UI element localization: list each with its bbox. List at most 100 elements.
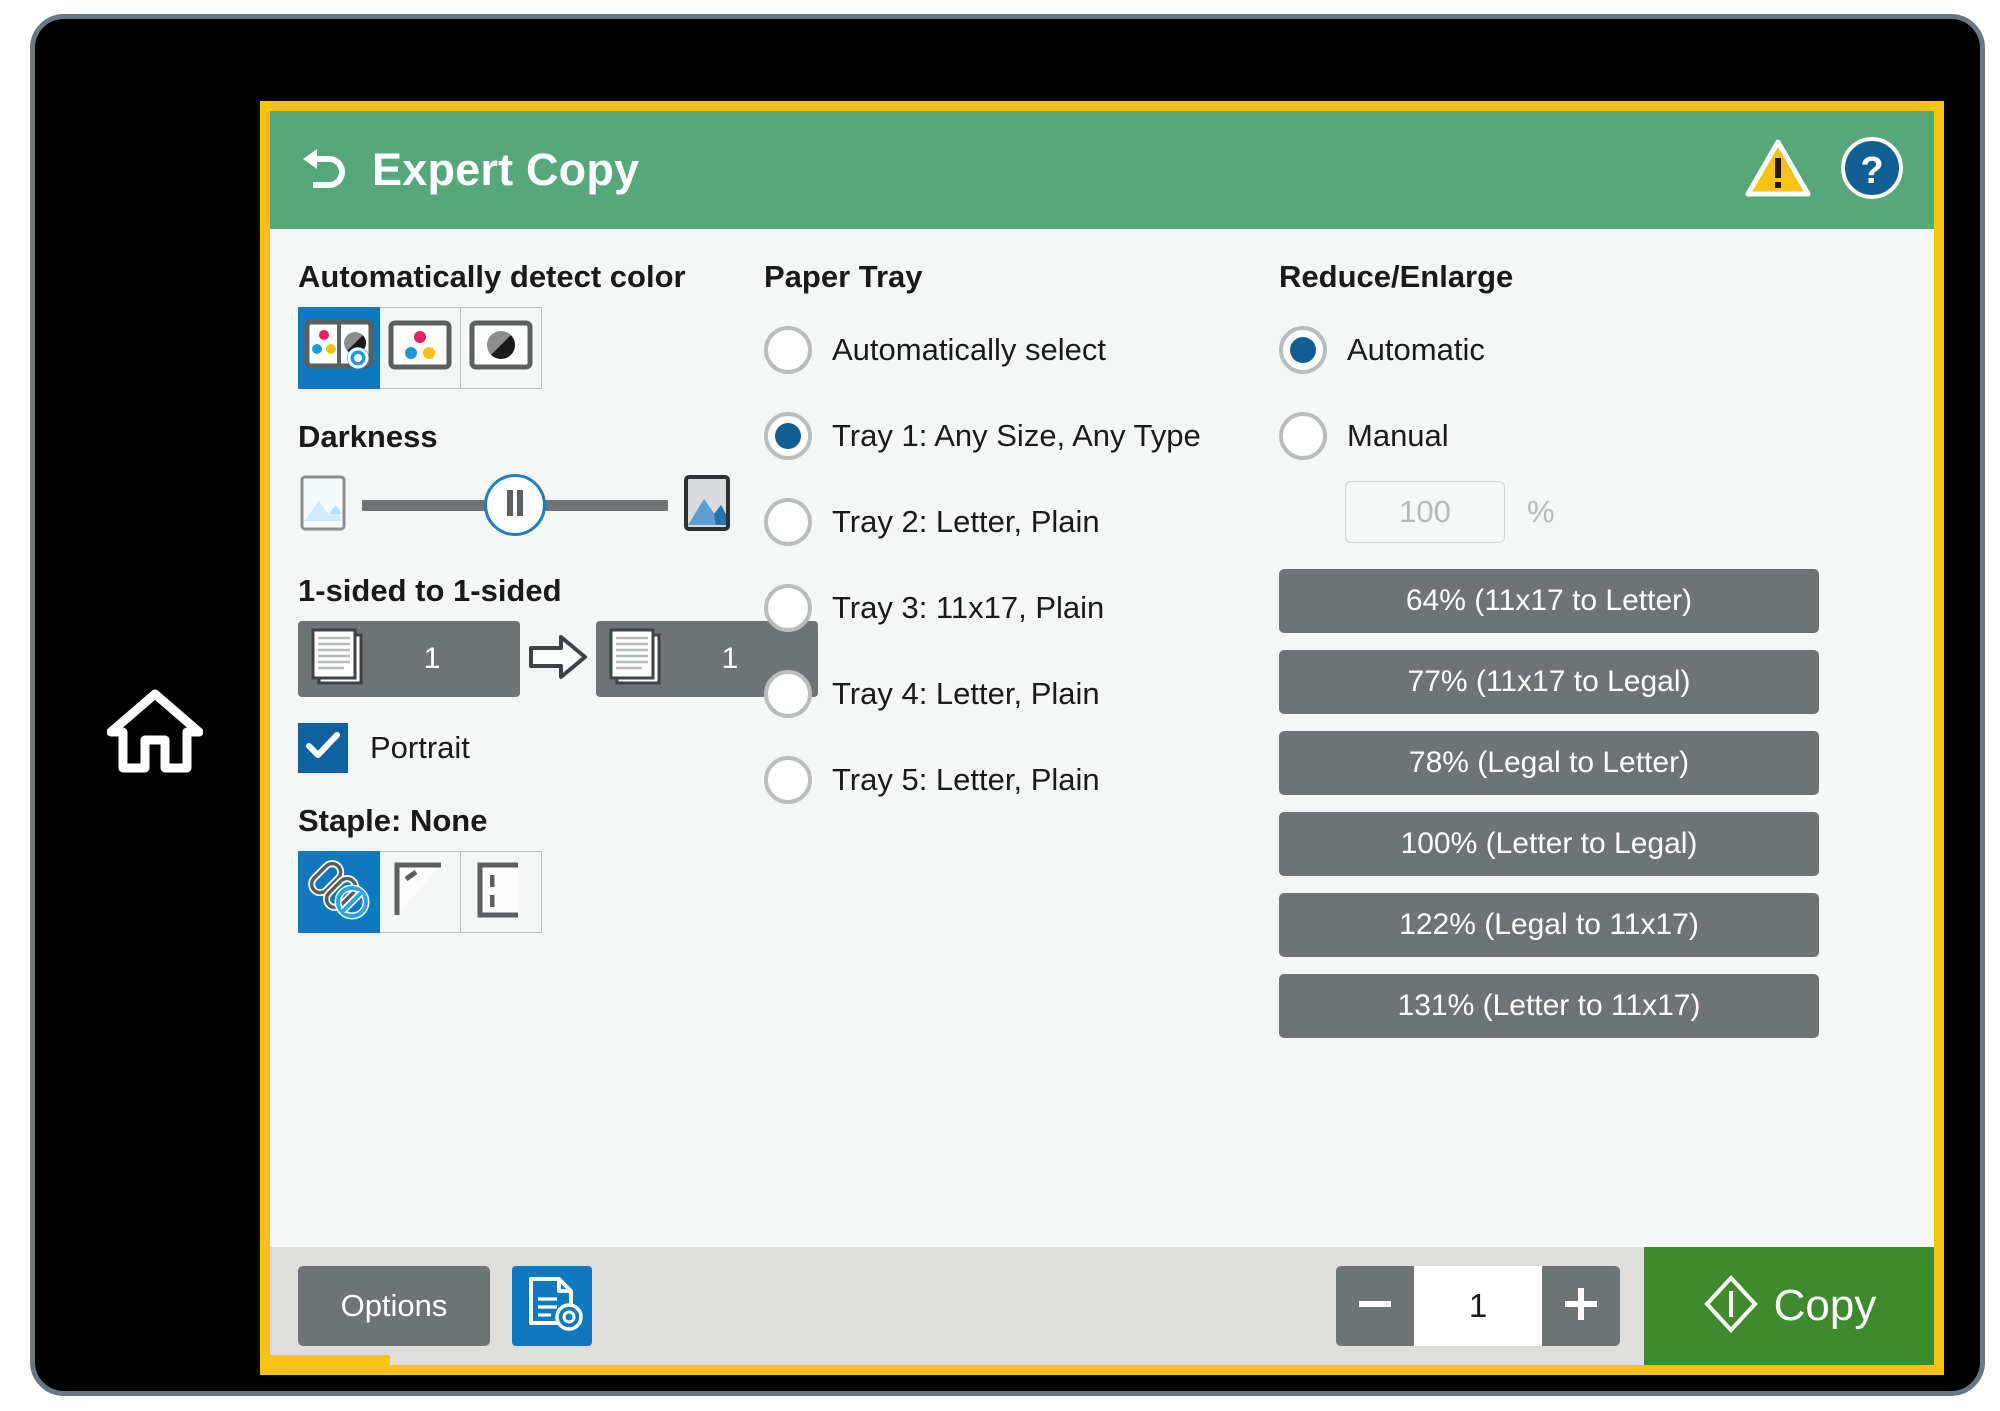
radio-icon — [764, 498, 812, 546]
bottom-bar: Options 1 Copy — [270, 1247, 1934, 1365]
copies-value[interactable]: 1 — [1414, 1266, 1542, 1346]
paper-tray-option-tray5[interactable]: Tray 5: Letter, Plain — [764, 737, 1247, 823]
portrait-checkbox[interactable] — [298, 723, 348, 773]
radio-label: Manual — [1347, 418, 1449, 453]
reduce-enlarge-mode-list: Automatic Manual — [1279, 307, 1807, 479]
document-settings-button[interactable] — [512, 1266, 592, 1346]
color-mode-group — [298, 307, 732, 389]
original-sides-button[interactable]: 1 — [298, 621, 520, 697]
paper-tray-option-tray2[interactable]: Tray 2: Letter, Plain — [764, 479, 1247, 565]
reduce-enlarge-column: Reduce/Enlarge Automatic Manual 100 % 64… — [1263, 259, 1823, 1247]
warning-triangle-icon — [1745, 138, 1811, 203]
radio-label: Automatically select — [832, 332, 1106, 367]
paper-tray-column: Paper Tray Automatically select Tray 1: … — [748, 259, 1263, 1247]
checkmark-icon — [305, 731, 341, 766]
arrow-right-icon — [527, 631, 589, 688]
paper-tray-title: Paper Tray — [764, 259, 923, 294]
color-icon — [387, 319, 453, 378]
staple-edge-button[interactable] — [460, 851, 542, 933]
paper-tray-option-tray3[interactable]: Tray 3: 11x17, Plain — [764, 565, 1247, 651]
device-bezel: Expert Copy ? Automatically detect color… — [30, 14, 1985, 1396]
radio-label: Tray 1: Any Size, Any Type — [832, 418, 1201, 453]
preset-78[interactable]: 78% (Legal to Letter) — [1279, 731, 1819, 795]
home-button[interactable] — [75, 659, 235, 809]
plus-icon — [1557, 1280, 1605, 1333]
paper-tray-option-tray1[interactable]: Tray 1: Any Size, Any Type — [764, 393, 1247, 479]
app-focus-frame: Expert Copy ? Automatically detect color… — [260, 101, 1944, 1375]
radio-icon — [1279, 326, 1327, 374]
home-icon — [106, 688, 204, 781]
staple-none-button[interactable] — [298, 851, 380, 933]
paper-tray-list: Automatically select Tray 1: Any Size, A… — [764, 307, 1247, 823]
radio-icon — [1279, 412, 1327, 460]
pause-bars-icon — [503, 488, 527, 523]
radio-label: Tray 5: Letter, Plain — [832, 762, 1100, 797]
darkness-darker-button[interactable] — [682, 474, 732, 537]
color-mode-bw-button[interactable] — [460, 307, 542, 389]
portrait-checkbox-row[interactable]: Portrait — [298, 723, 732, 773]
staple-corner-icon — [389, 859, 451, 926]
back-button[interactable] — [292, 139, 354, 201]
reduce-enlarge-title: Reduce/Enlarge — [1279, 259, 1514, 294]
preset-122[interactable]: 122% (Legal to 11x17) — [1279, 893, 1819, 957]
preset-131[interactable]: 131% (Letter to 11x17) — [1279, 974, 1819, 1038]
image-light-icon — [299, 474, 347, 537]
preset-100[interactable]: 100% (Letter to Legal) — [1279, 812, 1819, 876]
document-stack-icon — [606, 626, 668, 693]
decrease-copies-button[interactable] — [1336, 1266, 1414, 1346]
reduce-enlarge-presets: 64% (11x17 to Letter) 77% (11x17 to Lega… — [1279, 569, 1819, 1038]
staple-title: Staple: None — [298, 803, 488, 838]
percent-sign: % — [1527, 494, 1555, 529]
svg-text:?: ? — [1860, 150, 1883, 192]
warning-button[interactable] — [1742, 134, 1814, 206]
color-mode-color-button[interactable] — [379, 307, 461, 389]
darkness-slider-row — [298, 467, 732, 543]
start-diamond-icon — [1702, 1273, 1760, 1340]
preset-64[interactable]: 64% (11x17 to Letter) — [1279, 569, 1819, 633]
back-arrow-icon — [295, 143, 351, 198]
minus-icon — [1351, 1280, 1399, 1333]
left-column: Automatically detect color Darkness 1-si… — [270, 259, 818, 1247]
options-button[interactable]: Options — [298, 1266, 490, 1346]
radio-label: Tray 2: Letter, Plain — [832, 504, 1100, 539]
auto-color-icon — [303, 317, 375, 380]
image-dark-icon — [683, 474, 731, 537]
document-settings-icon — [521, 1273, 583, 1340]
original-sides-count: 1 — [423, 642, 441, 675]
staple-group — [298, 851, 732, 933]
staple-none-icon — [305, 859, 373, 926]
reduce-mode-automatic[interactable]: Automatic — [1279, 307, 1807, 393]
grayscale-icon — [468, 319, 534, 378]
staple-corner-button[interactable] — [379, 851, 461, 933]
paper-tray-option-auto[interactable]: Automatically select — [764, 307, 1247, 393]
copy-label: Copy — [1773, 1281, 1877, 1330]
help-button[interactable]: ? — [1836, 134, 1908, 206]
copy-start-button[interactable]: Copy — [1644, 1247, 1934, 1365]
paper-tray-option-tray4[interactable]: Tray 4: Letter, Plain — [764, 651, 1247, 737]
document-stack-icon — [308, 626, 370, 693]
radio-icon — [764, 670, 812, 718]
app-body: Automatically detect color Darkness 1-si… — [270, 229, 1934, 1247]
darkness-slider-thumb[interactable] — [484, 474, 546, 536]
darkness-slider[interactable] — [362, 473, 668, 537]
sides-row: 1 1 — [298, 621, 818, 697]
color-mode-auto-button[interactable] — [298, 307, 380, 389]
radio-label: Tray 4: Letter, Plain — [832, 676, 1100, 711]
color-mode-title: Automatically detect color — [298, 259, 686, 294]
copies-stepper: 1 — [1336, 1266, 1620, 1346]
reduce-mode-manual[interactable]: Manual — [1279, 393, 1807, 479]
focus-underline — [270, 1355, 390, 1365]
radio-label: Automatic — [1347, 332, 1485, 367]
help-question-icon: ? — [1839, 135, 1905, 206]
sides-arrow — [520, 629, 596, 689]
manual-scale-input[interactable]: 100 — [1345, 481, 1505, 543]
app-header: Expert Copy ? — [270, 111, 1934, 229]
manual-scale-row: 100 % — [1345, 481, 1807, 543]
radio-icon — [764, 412, 812, 460]
darkness-lighter-button[interactable] — [298, 474, 348, 537]
increase-copies-button[interactable] — [1542, 1266, 1620, 1346]
radio-label: Tray 3: 11x17, Plain — [832, 590, 1105, 625]
preset-77[interactable]: 77% (11x17 to Legal) — [1279, 650, 1819, 714]
darkness-title: Darkness — [298, 419, 438, 454]
page-title: Expert Copy — [372, 144, 640, 195]
